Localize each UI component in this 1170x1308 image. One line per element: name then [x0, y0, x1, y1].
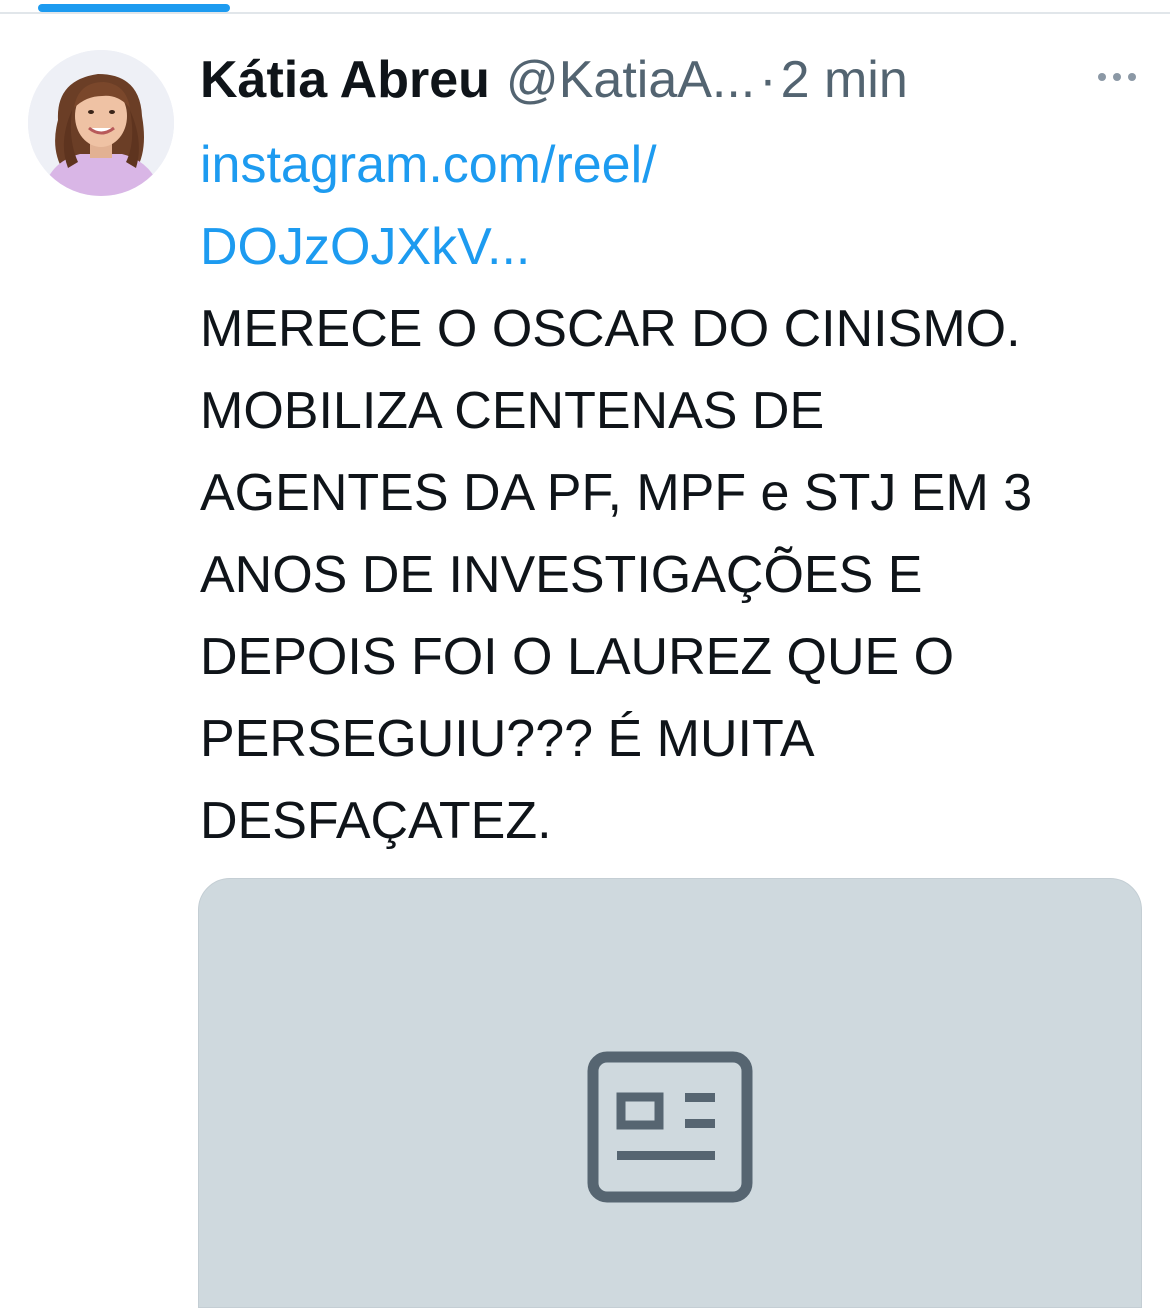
link-preview-card[interactable] — [198, 878, 1142, 1308]
tweet-header: Kátia Abreu @KatiaA... · 2 min — [200, 48, 1080, 112]
tweet-body: instagram.com/reel/ DOJzOJXkV... MERECE … — [200, 124, 1160, 862]
tweet-link-line-2[interactable]: DOJzOJXkV... — [200, 206, 1160, 288]
article-icon — [587, 1051, 753, 1203]
avatar[interactable] — [28, 50, 174, 196]
top-divider — [0, 12, 1170, 14]
meta-separator: · — [759, 51, 777, 109]
more-horizontal-icon[interactable] — [1094, 60, 1140, 94]
author-handle[interactable]: @KatiaA... — [506, 48, 755, 112]
tweet-timestamp[interactable]: 2 min — [781, 48, 908, 112]
avatar-image — [28, 50, 174, 196]
tweet-link-line-1[interactable]: instagram.com/reel/ — [200, 124, 1160, 206]
author-name[interactable]: Kátia Abreu — [200, 48, 490, 112]
tweet-text: MERECE O OSCAR DO CINISMO. MOBILIZA CENT… — [200, 300, 1033, 850]
active-tab-indicator — [38, 4, 230, 12]
